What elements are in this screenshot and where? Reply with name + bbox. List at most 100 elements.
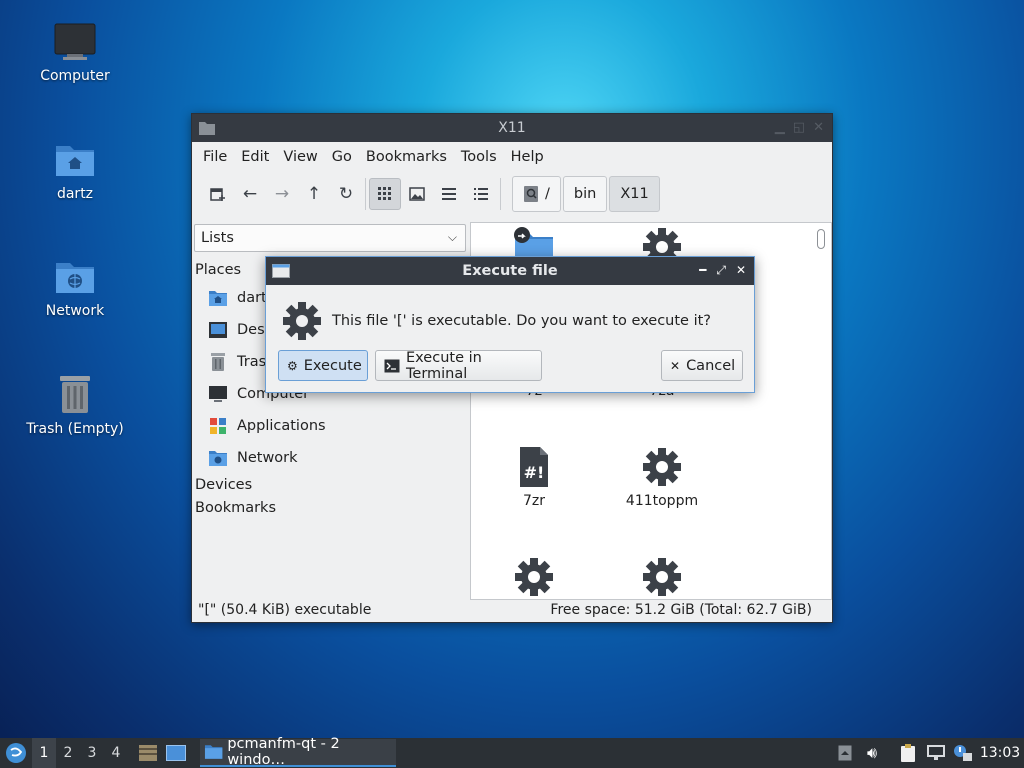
devices-header[interactable]: Devices: [195, 477, 252, 493]
new-tab-button[interactable]: [202, 178, 234, 210]
clipboard-icon: [901, 744, 915, 762]
clipboard-button[interactable]: [894, 743, 922, 763]
menu-go[interactable]: Go: [325, 149, 359, 165]
icon-view-button[interactable]: [369, 178, 401, 210]
thumbnail-view-button[interactable]: [401, 178, 433, 210]
update-notifier-icon: [954, 745, 972, 761]
workspace-1[interactable]: 1: [32, 738, 56, 768]
chevron-down-icon: ⌵: [447, 230, 457, 244]
terminal-icon: [384, 359, 400, 373]
lxqt-logo-icon: [6, 743, 26, 763]
network-wired-icon: [927, 745, 945, 760]
gear-icon: [515, 558, 553, 596]
desktop-icon-home[interactable]: dartz: [20, 140, 130, 202]
execute-file-dialog: Execute file ━ ⤢ ✕ This file '[' is exec…: [265, 256, 755, 393]
monitor-icon: [209, 386, 227, 402]
clock[interactable]: 13:03: [976, 745, 1024, 761]
toolbar-separator: [500, 178, 501, 210]
gear-icon: [643, 558, 681, 596]
network-status-button[interactable]: [922, 744, 950, 762]
menu-tools[interactable]: Tools: [454, 149, 504, 165]
up-button[interactable]: ↑: [298, 178, 330, 210]
file-item-gear[interactable]: [607, 555, 717, 599]
bookmarks-header[interactable]: Bookmarks: [195, 500, 276, 516]
file-item-411toppm[interactable]: 411toppm: [607, 445, 717, 509]
maximize-icon[interactable]: ◱: [793, 120, 805, 135]
volume-button[interactable]: 🔊︎: [858, 743, 886, 763]
chevron-up-icon: [838, 745, 852, 761]
desktop-icon-trash[interactable]: Trash (Empty): [20, 373, 130, 437]
menu-help[interactable]: Help: [504, 149, 551, 165]
system-tray: 🔊︎ 13:03: [832, 738, 1024, 768]
file-item-gear[interactable]: [479, 555, 589, 599]
scrollbar-thumb[interactable]: [817, 229, 825, 249]
taskbar: 1 2 3 4 pcmanfm-qt - 2 windo… 🔊︎ 13:03: [0, 736, 1024, 768]
status-free-space: Free space: 51.2 GiB (Total: 62.7 GiB): [550, 602, 812, 618]
place-applications[interactable]: Applications: [208, 414, 326, 438]
window-titlebar[interactable]: X11 ▁ ◱ ✕: [192, 114, 832, 142]
breadcrumb-label: bin: [573, 186, 597, 202]
file-manager-icon: [139, 745, 157, 761]
execute-button[interactable]: ⚙ Execute: [278, 350, 368, 381]
forward-button[interactable]: →: [266, 178, 298, 210]
side-pane-mode-value: Lists: [201, 230, 234, 246]
place-network[interactable]: Network: [208, 446, 298, 470]
detailed-view-button[interactable]: [465, 178, 497, 210]
task-pcmanfm-qt[interactable]: pcmanfm-qt - 2 windo…: [200, 736, 396, 768]
arrow-right-icon: →: [274, 184, 290, 204]
breadcrumb-root[interactable]: /: [512, 176, 561, 212]
compact-view-button[interactable]: [433, 178, 465, 210]
workspace-2[interactable]: 2: [56, 745, 80, 761]
minimize-icon[interactable]: ▁: [775, 120, 785, 135]
show-desktop-button[interactable]: [162, 745, 190, 761]
breadcrumb-bin[interactable]: bin: [562, 176, 608, 212]
side-pane-mode-select[interactable]: Lists ⌵: [194, 224, 466, 252]
file-label: 7zr: [522, 493, 545, 509]
gear-small-icon: ⚙: [287, 358, 298, 373]
toolbar: ← → ↑ ↻ / bin X11: [192, 172, 832, 216]
minimize-icon[interactable]: ━: [699, 263, 706, 278]
network-folder-icon: [56, 263, 94, 293]
quicklaunch-files[interactable]: [134, 744, 162, 762]
cancel-button[interactable]: ✕ Cancel: [661, 350, 743, 381]
reload-button[interactable]: ↻: [330, 178, 362, 210]
places-header[interactable]: Places: [195, 262, 241, 278]
place-label: Network: [237, 450, 298, 466]
breadcrumb-x11[interactable]: X11: [609, 176, 660, 212]
toolbar-separator: [365, 178, 366, 210]
desktop-icon-label: Computer: [40, 68, 110, 84]
menu-file[interactable]: File: [196, 149, 234, 165]
dialog-titlebar[interactable]: Execute file ━ ⤢ ✕: [266, 257, 754, 285]
dialog-title: Execute file: [462, 263, 558, 279]
menu-view[interactable]: View: [276, 149, 324, 165]
tray-expand-button[interactable]: [832, 745, 858, 761]
menu-bookmarks[interactable]: Bookmarks: [359, 149, 454, 165]
workspace-4[interactable]: 4: [104, 745, 128, 761]
desktop-icon-computer[interactable]: Computer: [20, 22, 130, 84]
dialog-message: This file '[' is executable. Do you want…: [332, 313, 711, 329]
close-icon[interactable]: ✕: [813, 120, 824, 135]
close-icon[interactable]: ✕: [736, 263, 746, 278]
new-tab-icon: [210, 188, 225, 201]
updates-button[interactable]: [950, 744, 976, 762]
maximize-icon[interactable]: ⤢: [716, 263, 726, 278]
workspace-3[interactable]: 3: [80, 745, 104, 761]
status-bar: "[" (50.4 KiB) executable Free space: 51…: [192, 598, 832, 622]
terminal-button-label: Execute in Terminal: [406, 349, 482, 382]
monitor-icon: [54, 23, 96, 60]
menu-edit[interactable]: Edit: [234, 149, 276, 165]
back-button[interactable]: ←: [234, 178, 266, 210]
execute-in-terminal-button[interactable]: Execute in Terminal: [375, 349, 542, 382]
desktop-icon-network[interactable]: Network: [20, 257, 130, 319]
list-icon: [442, 188, 456, 200]
drive-icon: [524, 186, 538, 202]
gear-icon: [643, 448, 681, 486]
file-label: 411toppm: [625, 493, 699, 509]
desktop-icon-label: dartz: [56, 186, 94, 202]
image-icon: [409, 187, 425, 201]
file-item-7zr[interactable]: #! 7zr: [479, 445, 589, 509]
start-menu-button[interactable]: [0, 742, 32, 764]
status-selection: "[" (50.4 KiB) executable: [198, 602, 372, 618]
task-label: pcmanfm-qt - 2 windo…: [227, 736, 340, 768]
arrow-left-icon: ←: [242, 184, 258, 204]
